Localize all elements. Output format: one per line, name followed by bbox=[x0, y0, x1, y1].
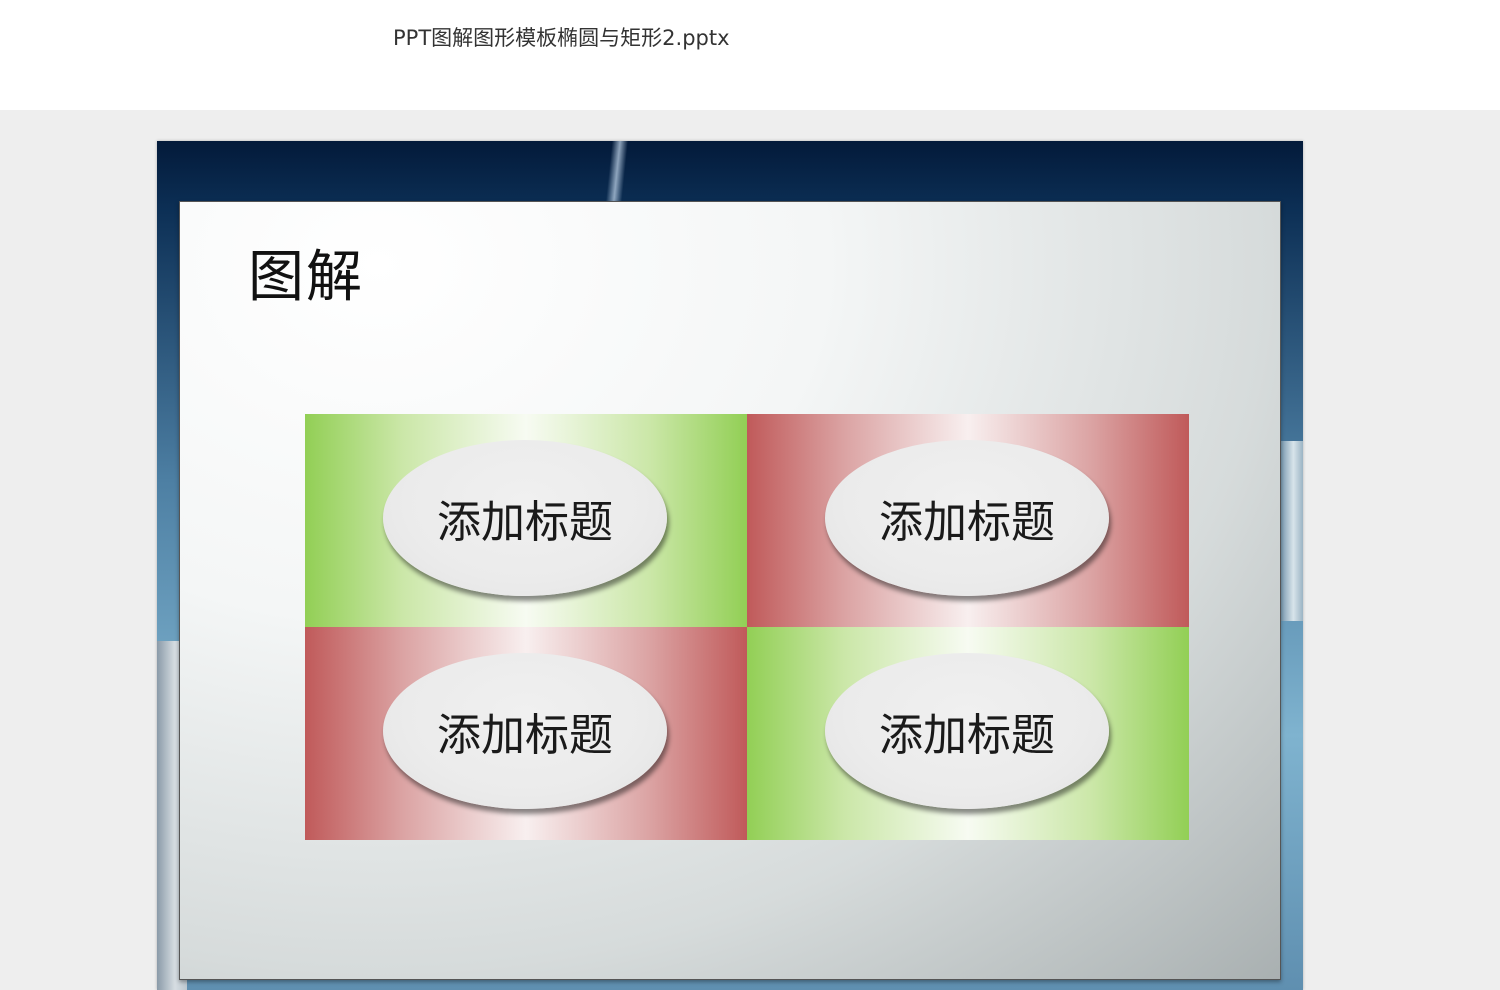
file-name-title: PPT图解图形模板椭圆与矩形2.pptx bbox=[393, 26, 730, 50]
diagram-ellipse-label: 添加标题 bbox=[879, 710, 1055, 761]
diagram-ellipse-label: 添加标题 bbox=[879, 497, 1055, 548]
diagram-cell-bottom-right: 添加标题 bbox=[747, 627, 1189, 840]
slide-content-panel: 图解 添加标题 添加标题 添加标题 添加标题 bbox=[179, 201, 1281, 980]
diagram-grid: 添加标题 添加标题 添加标题 添加标题 bbox=[305, 414, 1189, 840]
diagram-ellipse: 添加标题 bbox=[825, 653, 1109, 809]
diagram-ellipse: 添加标题 bbox=[825, 440, 1109, 596]
diagram-ellipse: 添加标题 bbox=[383, 653, 667, 809]
slide-preview[interactable]: 图解 添加标题 添加标题 添加标题 添加标题 bbox=[157, 141, 1303, 990]
diagram-cell-top-right: 添加标题 bbox=[747, 414, 1189, 627]
slide-background-decoration bbox=[1279, 441, 1303, 621]
document-header: PPT图解图形模板椭圆与矩形2.pptx bbox=[0, 0, 1500, 110]
diagram-cell-top-left: 添加标题 bbox=[305, 414, 747, 627]
diagram-ellipse-label: 添加标题 bbox=[437, 497, 613, 548]
slide-heading: 图解 bbox=[248, 245, 364, 310]
diagram-ellipse-label: 添加标题 bbox=[437, 710, 613, 761]
slide-background-decoration bbox=[605, 141, 629, 201]
diagram-cell-bottom-left: 添加标题 bbox=[305, 627, 747, 840]
diagram-ellipse: 添加标题 bbox=[383, 440, 667, 596]
